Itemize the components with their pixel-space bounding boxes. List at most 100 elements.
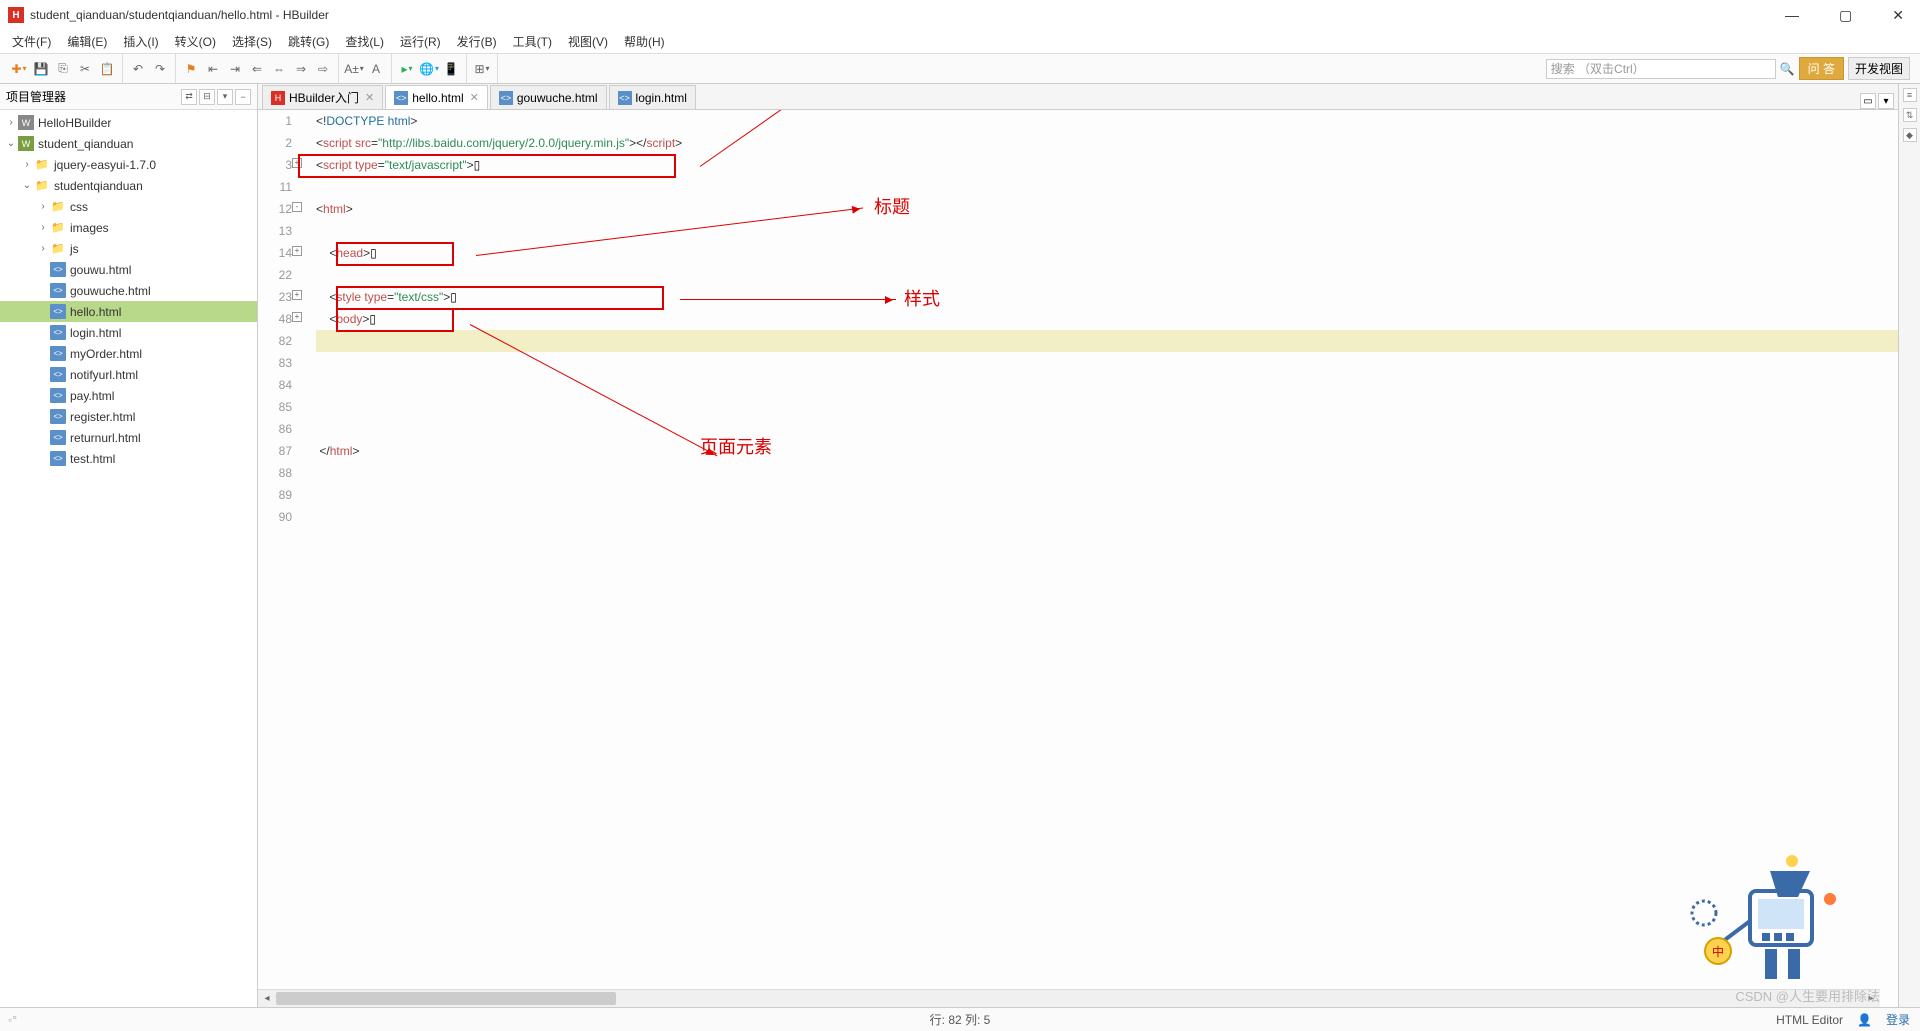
tree-item[interactable]: <>register.html [0,406,257,427]
tab-close-icon[interactable]: ✕ [470,91,479,104]
menu-item[interactable]: 编辑(E) [61,31,113,52]
menu-item[interactable]: 发行(B) [451,31,503,52]
horizontal-scrollbar[interactable]: ◂ ▸ [258,989,1880,1007]
code-line[interactable]: <head>▯ [316,242,1898,264]
minimize-panel-icon[interactable]: − [235,89,251,105]
flag-icon[interactable]: ⚑ [182,60,200,78]
menu-item[interactable]: 运行(R) [394,31,447,52]
login-link[interactable]: 登录 [1886,1011,1910,1028]
step-back-icon[interactable]: ⇤ [204,60,222,78]
format-icon[interactable]: A [367,60,385,78]
qa-button[interactable]: 问 答 [1799,57,1844,80]
nav2-icon[interactable]: ⇔ [270,60,288,78]
step-fwd-icon[interactable]: ⇥ [226,60,244,78]
tab-close-icon[interactable]: ✕ [365,91,374,104]
new-button[interactable]: ✚ [10,60,28,78]
editor-tab[interactable]: HHBuilder入门✕ [262,85,383,109]
code-line[interactable] [316,484,1898,506]
tab-max-icon[interactable]: ▭ [1860,93,1876,109]
menu-item[interactable]: 查找(L) [339,31,390,52]
link-icon[interactable]: ⇄ [181,89,197,105]
menu-item[interactable]: 选择(S) [226,31,278,52]
close-button[interactable]: ✕ [1884,5,1912,26]
tree-item[interactable]: ›📁js [0,238,257,259]
code-line[interactable] [316,396,1898,418]
menu-item[interactable]: 工具(T) [507,31,558,52]
nav1-icon[interactable]: ⇐ [248,60,266,78]
save-all-button[interactable]: ⎘ [54,60,72,78]
folder-icon: 📁 [34,157,50,172]
code-line[interactable]: <script type="text/javascript">▯ [316,154,1898,176]
tree-label: gouwu.html [70,263,131,277]
maximize-button[interactable]: ▢ [1831,5,1860,26]
search-icon[interactable]: 🔍 [1780,62,1795,76]
paste-button[interactable]: 📋 [98,60,116,78]
tree-item[interactable]: ›📁css [0,196,257,217]
editor-tab[interactable]: <>gouwuche.html [490,85,607,109]
menu-item[interactable]: 文件(F) [6,31,57,52]
tree-item[interactable]: <>test.html [0,448,257,469]
code-line[interactable]: </html> [316,440,1898,462]
undo-button[interactable]: ↶ [129,60,147,78]
nav4-icon[interactable]: ⇨ [314,60,332,78]
code-line[interactable]: <script src="http://libs.baidu.com/jquer… [316,132,1898,154]
code-line[interactable] [316,418,1898,440]
font-size-icon[interactable]: A± [345,60,363,78]
menu-icon[interactable]: ▾ [217,89,233,105]
redo-button[interactable]: ↷ [151,60,169,78]
menu-item[interactable]: 插入(I) [117,31,164,52]
outline-icon[interactable]: ≡ [1903,88,1917,102]
tree-item[interactable]: <>login.html [0,322,257,343]
code-editor[interactable]: 123+1112-1314+2223+48+828384858687888990… [258,110,1898,1007]
swap-icon[interactable]: ⇅ [1903,108,1917,122]
tree-item[interactable]: <>pay.html [0,385,257,406]
run-button[interactable]: ▸ [398,60,416,78]
code-line[interactable] [316,352,1898,374]
tree-item[interactable]: ⌄📁studentqianduan [0,175,257,196]
tree-item[interactable]: <>gouwu.html [0,259,257,280]
scroll-left-icon[interactable]: ◂ [258,990,276,1007]
tree-item[interactable]: <>notifyurl.html [0,364,257,385]
more-icon[interactable]: ⊞ [473,60,491,78]
scroll-thumb[interactable] [276,992,616,1005]
tab-list-icon[interactable]: ▾ [1878,93,1894,109]
code-line[interactable] [316,506,1898,528]
tree-item[interactable]: <>myOrder.html [0,343,257,364]
tree-item[interactable]: ⌄Wstudent_qianduan [0,133,257,154]
project-tree[interactable]: ›WHelloHBuilder⌄Wstudent_qianduan›📁jquer… [0,110,257,1007]
tree-item[interactable]: <>returnurl.html [0,427,257,448]
code-line[interactable] [316,176,1898,198]
tree-item[interactable]: ›WHelloHBuilder [0,112,257,133]
nav3-icon[interactable]: ⇒ [292,60,310,78]
save-button[interactable]: 💾 [32,60,50,78]
marker-icon[interactable]: ◆ [1903,128,1917,142]
view-button[interactable]: 开发视图 [1848,57,1910,80]
editor-tab[interactable]: <>login.html [609,85,696,109]
menu-item[interactable]: 跳转(G) [282,31,335,52]
code-line[interactable]: <body>▯ [316,308,1898,330]
menu-item[interactable]: 帮助(H) [618,31,671,52]
menu-item[interactable]: 视图(V) [562,31,614,52]
code-line[interactable] [316,374,1898,396]
scroll-right-icon[interactable]: ▸ [1862,990,1880,1007]
minimize-button[interactable]: — [1777,5,1807,26]
tree-item[interactable]: ›📁images [0,217,257,238]
code-line[interactable] [316,330,1898,352]
menu-item[interactable]: 转义(O) [169,31,222,52]
code-line[interactable] [316,220,1898,242]
code-line[interactable] [316,462,1898,484]
search-input[interactable] [1546,59,1776,79]
code-body[interactable]: 向后端发送请求 标题 样式 页面元素 <!DOCTYPE html><scrip… [300,110,1898,1007]
code-line[interactable] [316,264,1898,286]
collapse-icon[interactable]: ⊟ [199,89,215,105]
code-line[interactable]: <!DOCTYPE html> [316,110,1898,132]
cut-button[interactable]: ✂ [76,60,94,78]
code-line[interactable]: <style type="text/css">▯ [316,286,1898,308]
tree-item[interactable]: <>hello.html [0,301,257,322]
tree-item[interactable]: <>gouwuche.html [0,280,257,301]
phone-icon[interactable]: 📱 [442,60,460,78]
browser-button[interactable]: 🌐 [420,60,438,78]
code-line[interactable]: <html> [316,198,1898,220]
tree-item[interactable]: ›📁jquery-easyui-1.7.0 [0,154,257,175]
editor-tab[interactable]: <>hello.html✕ [385,85,488,109]
